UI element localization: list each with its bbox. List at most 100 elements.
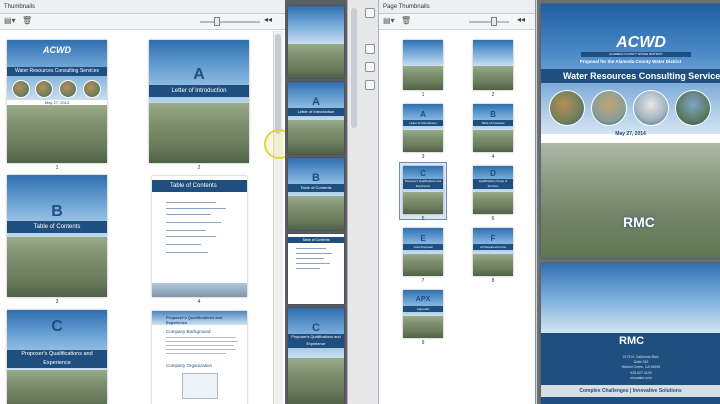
cover-page: ACWD ALAMEDA COUNTY WATER DISTRICT Propo…: [541, 4, 720, 258]
document-view[interactable]: ACWD ALAMEDA COUNTY WATER DISTRICT Propo…: [537, 0, 720, 404]
section-letter: B: [51, 203, 63, 220]
layers-icon[interactable]: [365, 62, 375, 72]
right-thumb-8[interactable]: F All Required Forms: [473, 228, 513, 276]
logo-subtitle: ALAMEDA COUNTY WATER DISTRICT: [581, 52, 691, 57]
right-thumb-4[interactable]: B Table of Contents: [473, 104, 513, 152]
section-label: Proposer's Qualifications and Experience: [403, 179, 443, 189]
section-letter: APX: [415, 296, 431, 303]
middle-scrollbar[interactable]: [347, 0, 361, 404]
section-letter: D: [490, 169, 496, 178]
page-number: 3: [55, 299, 59, 305]
section-label: Proposer's Qualifications and Experience: [7, 350, 107, 368]
thumbnail-size-slider[interactable]: [469, 21, 509, 23]
middle-scrollbar-thumb[interactable]: [351, 8, 357, 128]
page-number: 4: [197, 299, 201, 305]
left-panel-title: Thumbnails: [0, 0, 285, 14]
section-label: Appendix: [403, 306, 443, 312]
section-label: Cost Proposal: [403, 244, 443, 250]
strip-page-5[interactable]: C Proposer's Qualifications and Experien…: [288, 308, 344, 404]
photo-circle: [675, 90, 711, 126]
page-thumbnail-1[interactable]: ACWD Water Resources Consulting Services…: [7, 40, 107, 163]
section-letter: E: [420, 234, 426, 243]
address-line-2: Suite 315: [633, 360, 649, 364]
left-panel-toolbar: ▤▾ 🗑 ◂◂: [0, 14, 285, 30]
section-label: Table of Contents: [7, 221, 107, 233]
strip-page-3[interactable]: B Table of Contents: [288, 158, 344, 230]
section-label: Qualifications Scope of Services: [473, 179, 513, 189]
toc-heading: Table of Contents: [288, 237, 344, 243]
section-letter: A: [420, 110, 426, 119]
right-thumb-9[interactable]: APX Appendix: [403, 290, 443, 338]
right-panel-toolbar: ▤▾ 🗑 ◂◂: [379, 14, 535, 30]
page-number: 4: [491, 154, 495, 160]
page-thumbnail-2[interactable]: A Letter of Introduction: [149, 40, 249, 163]
right-thumb-2[interactable]: [473, 40, 513, 90]
page-number: 5: [421, 216, 425, 222]
thumbnail-size-slider[interactable]: [200, 21, 260, 23]
section-letter: C: [420, 169, 426, 178]
navigation-toolbar: [361, 0, 379, 404]
section-letter: B: [490, 110, 496, 119]
acwd-logo: ACWD: [616, 34, 666, 51]
page-heading: Proposer's Qualifications and Experience: [166, 315, 223, 325]
acwd-logo: ACWD: [43, 45, 71, 55]
photo-circle: [35, 80, 53, 98]
right-thumb-1[interactable]: [403, 40, 443, 90]
section-label: All Required Forms: [473, 244, 513, 250]
section-letter: C: [312, 322, 320, 334]
section-label: Letter of Introduction: [149, 85, 249, 97]
photo-circle: [59, 80, 77, 98]
options-icon[interactable]: ▤▾: [4, 16, 16, 26]
subheading: Company Background: [166, 329, 211, 334]
subheading: Company Organization: [166, 363, 213, 368]
page-number: 8: [491, 278, 495, 284]
page-thumbnail-5[interactable]: C Proposer's Qualifications and Experien…: [7, 310, 107, 404]
page-number: 7: [421, 278, 425, 284]
right-thumb-3[interactable]: A Letter of Introduction: [403, 104, 443, 152]
section-label: Proposer's Qualifications and Experience: [288, 334, 344, 348]
slider-knob[interactable]: [491, 17, 497, 26]
left-scrollbar-thumb[interactable]: [275, 34, 281, 134]
right-thumb-5[interactable]: C Proposer's Qualifications and Experien…: [403, 166, 443, 214]
strip-page-4[interactable]: Table of Contents: [288, 234, 344, 304]
tagline: Complex Challenges | Innovative Solution…: [541, 385, 720, 397]
section-letter: C: [51, 318, 63, 335]
photo-circle: [83, 80, 101, 98]
strip-page-2[interactable]: A Letter of Introduction: [288, 82, 344, 154]
page-thumbnail-6[interactable]: Proposer's Qualifications and Experience…: [152, 311, 247, 404]
page-number: 2: [491, 92, 495, 98]
options-icon[interactable]: ▤▾: [383, 16, 395, 26]
rmc-logo: RMC: [623, 214, 655, 230]
delete-page-icon[interactable]: 🗑: [22, 16, 32, 26]
back-cover-page: RMC 2175 N. California Blvd. Suite 315 W…: [541, 263, 720, 404]
right-thumb-7[interactable]: E Cost Proposal: [403, 228, 443, 276]
middle-page-strip: A Letter of Introduction B Table of Cont…: [285, 0, 347, 404]
strip-page-1[interactable]: [288, 6, 344, 78]
page-thumbnails-panel: Page Thumbnails ▤▾ 🗑 ◂◂ 1 2 A Letter of …: [379, 0, 536, 404]
photo-circle: [12, 80, 30, 98]
page-thumbnail-3[interactable]: B Table of Contents: [7, 175, 107, 297]
slider-knob[interactable]: [214, 17, 220, 26]
section-label: Table of Contents: [473, 120, 513, 126]
pages-icon[interactable]: [365, 8, 375, 18]
page-thumbnail-4[interactable]: Table of Contents: [152, 176, 247, 297]
page-number: 1: [55, 165, 59, 171]
address-line-3: Walnut Creek, CA 94596: [621, 365, 661, 369]
rmc-logo: RMC: [619, 335, 645, 347]
page-number: 1: [421, 92, 425, 98]
collapse-icon[interactable]: ◂◂: [517, 15, 525, 24]
section-letter: F: [490, 234, 496, 243]
right-thumb-6[interactable]: D Qualifications Scope of Services: [473, 166, 513, 214]
cover-heading: Water Resources Consulting Services: [7, 67, 107, 76]
collapse-icon[interactable]: ◂◂: [264, 15, 272, 24]
section-label: Letter of Introduction: [403, 120, 443, 126]
bookmarks-icon[interactable]: [365, 80, 375, 90]
delete-page-icon[interactable]: 🗑: [401, 16, 411, 26]
page-number: 9: [421, 340, 425, 346]
section-letter: A: [193, 66, 205, 83]
section-letter: B: [312, 172, 320, 184]
attachments-icon[interactable]: [365, 44, 375, 54]
section-label: Letter of Introduction: [288, 108, 344, 116]
section-letter: A: [312, 96, 320, 108]
left-thumbnails-panel: Thumbnails ▤▾ 🗑 ◂◂ ACWD Water Resources …: [0, 0, 285, 404]
